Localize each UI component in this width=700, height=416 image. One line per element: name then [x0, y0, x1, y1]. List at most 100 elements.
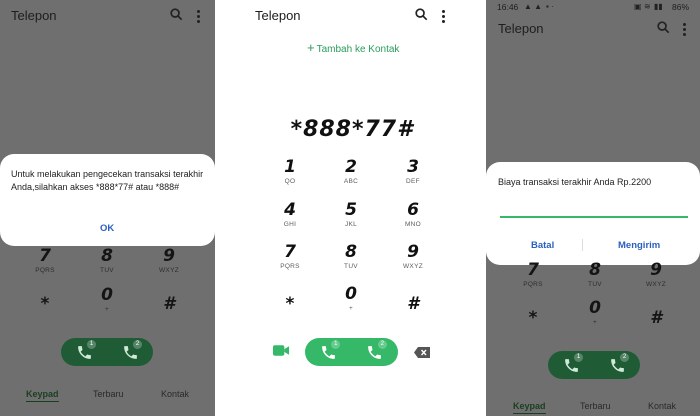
key-hash[interactable]: # [383, 294, 443, 315]
key-digit: # [163, 294, 175, 314]
key-digit: * [40, 294, 50, 314]
sim-badge: 2 [133, 340, 142, 349]
dialog-message: Untuk melakukan pengecekan transaksi ter… [11, 169, 204, 192]
key-digit: 5 [345, 200, 357, 220]
key-1[interactable]: 1 QO [260, 157, 320, 185]
key-9[interactable]: 9 WXYZ [626, 260, 686, 288]
key-letters: JKL [344, 221, 358, 228]
key-8[interactable]: 8 TUV [321, 242, 381, 270]
key-digit: # [650, 308, 662, 328]
key-star[interactable]: * [503, 308, 563, 329]
sim-badge: 2 [377, 340, 387, 349]
app-title: Telepon [498, 21, 544, 36]
response-input[interactable] [500, 216, 688, 218]
key-letters: ABC [343, 178, 359, 185]
call-sim2-button[interactable]: 2 [605, 353, 629, 377]
key-6[interactable]: 6 MNO [383, 200, 443, 228]
screen-center: Telepon + Tambah ke Kontak *888*77# 1 QO 2… [243, 0, 461, 416]
send-button[interactable]: Mengirim [618, 240, 660, 251]
tab-contacts[interactable]: Kontak [648, 401, 676, 411]
key-digit: 8 [345, 242, 357, 262]
more-options-icon[interactable] [683, 23, 687, 38]
key-digit: 2 [345, 157, 357, 177]
notification-icon: ▪ · [546, 2, 554, 11]
key-digit: 0 [345, 284, 357, 304]
key-5[interactable]: 5 JKL [321, 200, 381, 228]
tab-keypad[interactable]: Keypad [26, 389, 59, 402]
app-title: Telepon [11, 8, 57, 23]
tab-keypad[interactable]: Keypad [513, 401, 546, 414]
call-buttons: 1 2 [548, 351, 640, 379]
key-0[interactable]: 0 + [77, 285, 137, 313]
ussd-dialog: Biaya transaksi terakhir Anda Rp.2200 Ba… [486, 162, 700, 265]
signal-icon: ▮▮ [654, 2, 663, 11]
sim-badge: 1 [87, 340, 96, 349]
button-divider [582, 239, 583, 251]
key-0[interactable]: 0 + [565, 298, 625, 326]
key-letters: QO [284, 178, 296, 185]
key-star[interactable]: * [260, 294, 320, 315]
video-call-icon[interactable] [273, 344, 290, 359]
key-digit: 3 [407, 157, 419, 177]
call-sim1-button[interactable]: 1 [72, 340, 96, 364]
sim-badge: 1 [574, 353, 583, 362]
key-letters: PQRS [35, 267, 55, 274]
key-letters: WXYZ [159, 267, 179, 274]
key-letters: DEF [406, 178, 420, 185]
tab-recent[interactable]: Terbaru [93, 389, 124, 399]
call-sim2-button[interactable]: 2 [118, 340, 142, 364]
more-options-icon[interactable] [197, 10, 201, 25]
key-star[interactable]: * [15, 294, 75, 315]
key-digit: # [407, 294, 419, 314]
key-3[interactable]: 3 DEF [383, 157, 443, 185]
search-icon[interactable] [170, 8, 183, 23]
key-digit: 9 [407, 242, 419, 262]
call-buttons: 1 2 [305, 338, 398, 366]
screen-right: 16:46 ▲ ▲ ▪ · ▣ ≋ ▮▮ 86% Telepon Biaya t… [486, 0, 700, 416]
key-2[interactable]: 2 ABC [321, 157, 381, 185]
key-digit: 7 [39, 246, 51, 266]
add-contact-label: Tambah ke Kontak [316, 44, 400, 55]
ok-button[interactable]: OK [100, 223, 114, 234]
key-letters: PQRS [280, 263, 300, 270]
status-time: 16:46 [497, 2, 519, 12]
search-icon[interactable] [415, 8, 428, 23]
key-0[interactable]: 0 + [321, 284, 381, 312]
tab-recent[interactable]: Terbaru [580, 401, 611, 411]
key-7[interactable]: 7 PQRS [260, 242, 320, 270]
cancel-button[interactable]: Batal [531, 240, 554, 251]
key-letters: TUV [100, 267, 114, 274]
key-8[interactable]: 8 TUV [77, 246, 137, 274]
key-7[interactable]: 7 PQRS [15, 246, 75, 274]
more-options-icon[interactable] [442, 10, 446, 25]
key-letters: + [348, 305, 354, 312]
key-digit: 8 [101, 246, 113, 266]
key-letters: + [592, 319, 598, 326]
key-9[interactable]: 9 WXYZ [383, 242, 443, 270]
key-letters: TUV [588, 281, 602, 288]
key-hash[interactable]: # [139, 294, 199, 315]
call-sim1-button[interactable]: 1 [559, 353, 583, 377]
plus-icon: + [307, 40, 315, 55]
key-9[interactable]: 9 WXYZ [139, 246, 199, 274]
key-digit: 4 [284, 200, 296, 220]
call-sim1-button[interactable]: 1 [316, 340, 341, 364]
key-digit: 9 [650, 260, 662, 280]
key-digit: 6 [407, 200, 419, 220]
key-digit: 0 [589, 298, 601, 318]
dialog-message: Biaya transaksi terakhir Anda Rp.2200 [498, 177, 652, 187]
wifi-icon: ≋ [644, 2, 651, 11]
key-digit: 9 [163, 246, 175, 266]
add-to-contacts-link[interactable]: + Tambah ke Kontak [307, 40, 399, 55]
key-letters: GHI [283, 221, 297, 228]
backspace-icon[interactable] [414, 346, 430, 360]
key-digit: 8 [589, 260, 601, 280]
search-icon[interactable] [657, 21, 670, 36]
call-sim2-button[interactable]: 2 [363, 340, 387, 364]
key-7[interactable]: 7 PQRS [503, 260, 563, 288]
key-4[interactable]: 4 GHI [260, 200, 320, 228]
key-hash[interactable]: # [626, 308, 686, 329]
key-digit: 1 [284, 157, 296, 177]
key-8[interactable]: 8 TUV [565, 260, 625, 288]
tab-contacts[interactable]: Kontak [161, 389, 189, 399]
